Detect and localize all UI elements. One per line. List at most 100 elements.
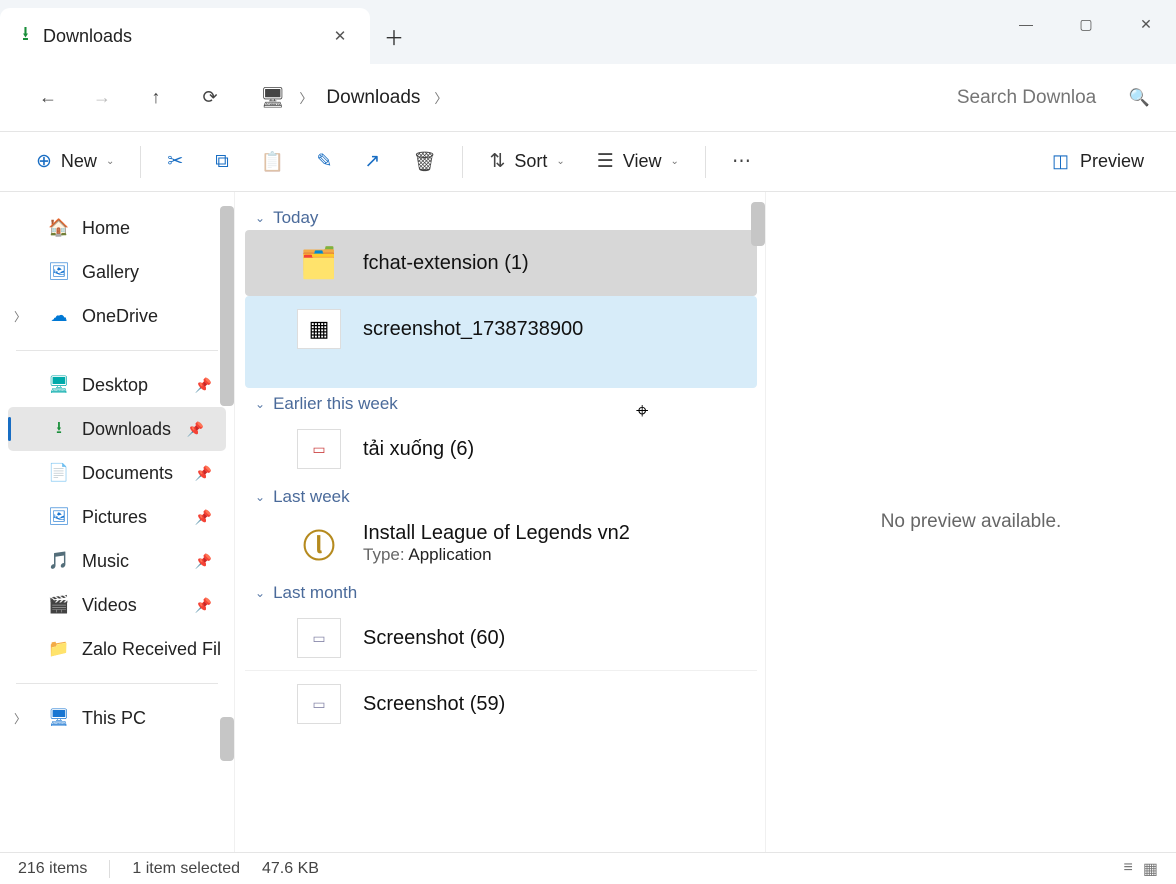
file-row-lol[interactable]: ⓛ Install League of Legends vn2 Type: Ap… [245,509,757,577]
file-row-screenshot59[interactable]: ▭ Screenshot (59) [245,671,757,736]
chevron-down-icon: ⌄ [255,586,265,600]
search-icon[interactable]: 🔍 [1129,88,1150,108]
status-bar: 216 items 1 item selected 47.6 KB ≡ ▦ [0,852,1176,884]
group-today[interactable]: ⌄ Today [235,202,757,230]
group-last-month[interactable]: ⌄ Last month [235,577,757,605]
file-name: Install League of Legends vn2 [363,522,630,545]
preview-label: Preview [1080,151,1144,172]
sort-button[interactable]: ⇅ Sort ⌄ [475,142,578,182]
back-button[interactable]: ← [26,76,70,120]
maximize-button[interactable]: ▢ [1056,0,1116,48]
sidebar-label: Desktop [82,375,148,396]
chevron-down-icon: ⌄ [556,156,564,167]
file-row-screenshot1[interactable]: ▦ screenshot_1738738900 [245,296,757,388]
pin-icon[interactable]: 📌 [195,465,212,482]
copy-icon: ⧉ [215,151,229,173]
view-button[interactable]: ☰ View ⌄ [583,142,693,182]
sidebar-item-videos[interactable]: 🎬 Videos 📌 [0,583,234,627]
trash-icon: 🗑 [412,150,436,174]
breadcrumb[interactable]: 🖥 〉 Downloads 〉 [260,85,947,110]
crumb-downloads[interactable]: Downloads [326,87,420,109]
more-button[interactable]: ⋯ [718,142,765,182]
status-size: 47.6 KB [262,860,319,878]
share-button[interactable]: ↗ [350,142,394,182]
download-icon: ⭳ [22,19,29,53]
delete-button[interactable]: 🗑 [398,142,450,182]
paste-button[interactable]: 📋 [247,142,299,182]
file-name: Screenshot (59) [363,693,505,716]
chevron-down-icon: ⌄ [255,211,265,225]
sidebar-item-onedrive[interactable]: 〉 ☁ OneDrive [0,294,234,338]
scrollbar[interactable] [751,202,765,246]
sidebar-item-pictures[interactable]: 🖼 Pictures 📌 [0,495,234,539]
title-bar: ⭳ Downloads ✕ ＋ — ▢ ✕ [0,0,1176,64]
sidebar-label: Music [82,551,129,572]
chevron-down-icon: ⌄ [255,397,265,411]
tab-downloads[interactable]: ⭳ Downloads ✕ [0,8,370,64]
pin-icon[interactable]: 📌 [195,553,212,570]
file-name: Screenshot (60) [363,627,505,650]
preview-toggle[interactable]: ◫ Preview [1052,151,1154,172]
separator [109,860,110,878]
sidebar-item-desktop[interactable]: 🖥 Desktop 📌 [0,363,234,407]
rename-button[interactable]: ✎ [303,142,347,182]
file-row-fchat[interactable]: 🗂️ fchat-extension (1) [245,230,757,296]
new-label: New [61,151,97,172]
chevron-down-icon: ⌄ [255,490,265,504]
gallery-icon: 🖼 [48,261,70,283]
sidebar-label: Documents [82,463,173,484]
image-icon: ▭ [297,429,341,469]
sidebar-item-gallery[interactable]: 🖼 Gallery [0,250,234,294]
group-last-week[interactable]: ⌄ Last week [235,481,757,509]
plus-circle-icon: ⊕ [36,150,52,173]
sidebar-item-home[interactable]: 🏠 Home [0,206,234,250]
forward-button[interactable]: → [80,76,124,120]
toolbar: ⊕ New ⌄ ✂ ⧉ 📋 ✎ ↗ 🗑 ⇅ Sort ⌄ ☰ View ⌄ ⋯ … [0,132,1176,192]
file-row-taixuong[interactable]: ▭ tải xuống (6) [245,416,757,481]
pin-icon[interactable]: 📌 [195,597,212,614]
sidebar-item-music[interactable]: 🎵 Music 📌 [0,539,234,583]
group-earlier-week[interactable]: ⌄ Earlier this week [235,388,757,416]
sidebar-item-zalo[interactable]: 📁 Zalo Received Fil [0,627,234,671]
file-row-screenshot60[interactable]: ▭ Screenshot (60) [245,605,757,671]
scissors-icon: ✂ [167,150,183,173]
sidebar-item-thispc[interactable]: 〉 🖥 This PC [0,696,234,740]
sidebar-item-documents[interactable]: 📄 Documents 📌 [0,451,234,495]
refresh-button[interactable]: ⟳ [188,76,232,120]
chevron-right-icon[interactable]: 〉 [299,88,312,107]
search-box[interactable]: 🔍 [957,87,1150,109]
new-button[interactable]: ⊕ New ⌄ [22,142,128,182]
search-input[interactable] [957,87,1117,109]
close-tab-icon[interactable]: ✕ [328,27,352,45]
separator [16,683,218,684]
paste-icon: 📋 [261,150,285,174]
window-controls: — ▢ ✕ [996,0,1176,48]
new-tab-button[interactable]: ＋ [370,8,418,64]
minimize-button[interactable]: — [996,0,1056,48]
copy-button[interactable]: ⧉ [201,142,243,182]
chevron-right-icon[interactable]: 〉 [434,88,447,107]
image-icon: ▭ [297,684,341,724]
pin-icon[interactable]: 📌 [195,377,212,394]
tiles-view-icon[interactable]: ▦ [1143,859,1158,879]
videos-icon: 🎬 [48,594,70,616]
download-icon: ⭳ [48,418,70,440]
pc-icon: 🖥 [48,707,70,729]
pin-icon[interactable]: 📌 [195,509,212,526]
up-button[interactable]: ↑ [134,76,178,120]
cut-button[interactable]: ✂ [153,142,197,182]
app-icon: ⓛ [297,524,341,564]
cloud-icon: ☁ [48,305,70,327]
close-window-button[interactable]: ✕ [1116,0,1176,48]
file-area: ⌄ Today 🗂️ fchat-extension (1) ▦ screens… [235,192,1176,852]
chevron-right-icon[interactable]: 〉 [14,710,26,727]
sidebar-label: Home [82,218,130,239]
zip-folder-icon: 🗂️ [297,243,341,283]
sidebar-label: Downloads [82,419,171,440]
main-area: 🏠 Home 🖼 Gallery 〉 ☁ OneDrive 🖥 Desktop … [0,192,1176,852]
file-name: fchat-extension (1) [363,252,529,275]
chevron-right-icon[interactable]: 〉 [14,308,26,325]
details-view-icon[interactable]: ≡ [1124,859,1133,879]
sidebar-item-downloads[interactable]: ⭳ Downloads 📌 [8,407,226,451]
pin-icon[interactable]: 📌 [187,421,204,438]
